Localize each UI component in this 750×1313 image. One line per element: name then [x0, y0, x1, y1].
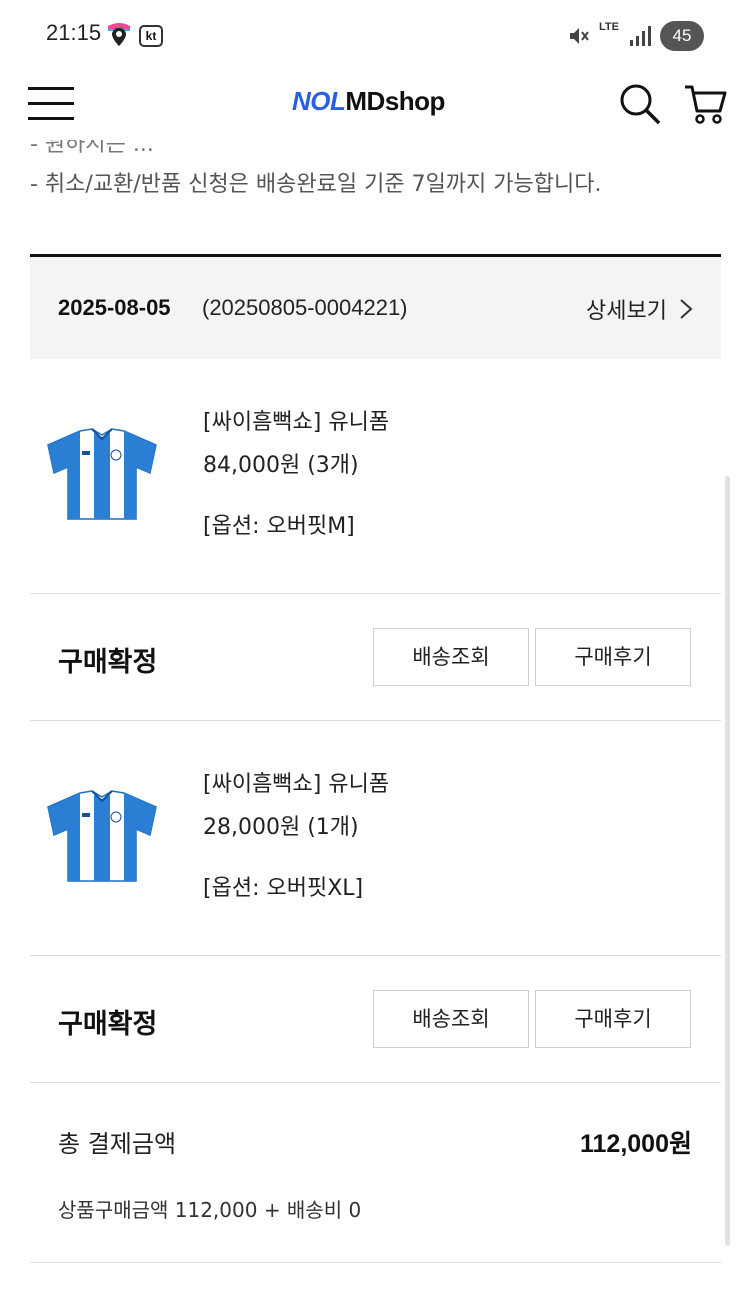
total-payment-value: 112,000원 — [580, 1130, 692, 1158]
carrier-icon: kt — [139, 25, 163, 47]
total-breakdown: 상품구매금액 112,000 + 배송비 0 — [58, 1198, 362, 1222]
status-bar: 21:15 kt LTE 45 — [0, 0, 750, 68]
order-status: 구매확정 — [58, 1009, 158, 1040]
divider — [30, 1262, 721, 1263]
cart-icon[interactable] — [682, 81, 728, 127]
item-price: 28,000원 (1개) — [203, 815, 359, 840]
logo[interactable]: NOLMDshop — [292, 86, 445, 117]
notice-partial-line: - 원하시는 ... — [30, 140, 720, 160]
order-number: (20250805-0004221) — [202, 295, 408, 320]
track-delivery-button[interactable]: 배송조회 — [373, 990, 529, 1048]
battery-icon: 45 — [660, 21, 704, 51]
return-policy-notice: - 취소/교환/반품 신청은 배송완료일 기준 7일까지 가능합니다. — [30, 172, 602, 197]
order-item[interactable]: [싸이흠뻑쇼] 유니폼 84,000원 (3개) [옵션: 오버핏M] — [30, 359, 721, 593]
order-status: 구매확정 — [58, 647, 158, 678]
uniform-thumbnail — [47, 428, 157, 520]
total-payment-label: 총 결제금액 — [58, 1130, 177, 1158]
chevron-right-icon — [680, 299, 693, 319]
order-detail-link[interactable]: 상세보기 — [586, 293, 693, 325]
map-pin-icon — [108, 23, 130, 46]
track-delivery-button[interactable]: 배송조회 — [373, 628, 529, 686]
item-status-row: 구매확정 배송조회 구매후기 — [30, 956, 721, 1082]
uniform-thumbnail — [47, 790, 157, 882]
order-header: 2025-08-05 (20250805-0004221) 상세보기 — [30, 257, 721, 359]
logo-nol: NOL — [292, 86, 346, 116]
divider — [30, 1082, 721, 1083]
item-option: [옵션: 오버핏M] — [203, 514, 355, 539]
item-name: [싸이흠뻑쇼] 유니폼 — [203, 772, 390, 797]
item-price: 84,000원 (3개) — [203, 453, 359, 478]
logo-md: MD — [345, 86, 385, 116]
signal-icon — [630, 26, 651, 46]
item-status-row: 구매확정 배송조회 구매후기 — [30, 594, 721, 720]
logo-shop: shop — [384, 86, 446, 116]
scrollbar[interactable] — [725, 476, 730, 1246]
search-icon[interactable] — [617, 81, 663, 127]
item-option: [옵션: 오버핏XL] — [203, 876, 364, 901]
menu-icon[interactable] — [28, 83, 76, 123]
notice-partial-text: - 원하시는 ... — [30, 140, 154, 157]
order-detail-label: 상세보기 — [586, 299, 667, 324]
network-label: LTE — [599, 21, 619, 33]
write-review-button[interactable]: 구매후기 — [535, 628, 691, 686]
app-header: NOLMDshop — [0, 68, 750, 138]
mute-icon — [570, 28, 589, 44]
order-item[interactable]: [싸이흠뻑쇼] 유니폼 28,000원 (1개) [옵션: 오버핏XL] — [30, 721, 721, 955]
order-date: 2025-08-05 — [58, 295, 171, 320]
status-time: 21:15 — [46, 20, 102, 45]
write-review-button[interactable]: 구매후기 — [535, 990, 691, 1048]
item-name: [싸이흠뻑쇼] 유니폼 — [203, 410, 390, 435]
